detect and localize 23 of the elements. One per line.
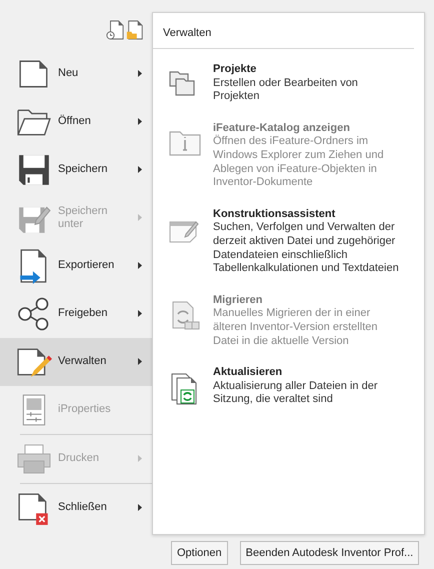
document-clock-icon[interactable] [106, 20, 124, 40]
entry-description: Erstellen oder Bearbeiten von Projekten [213, 76, 359, 104]
entry-description: Aktualisierung aller Dateien in der Sitzung, die veraltet sind [213, 380, 378, 407]
properties-sheet-icon [21, 393, 47, 427]
entry-description: Öffnen des iFeature-Ordners im Windows Explorer zum Ziehen und Ablegen von iFeature-Objekten in Inventor-Dokumente [213, 135, 385, 190]
entry-description: Manuelles Migrieren der in einer älteren Inventor-Version erstellten Datei in die aktuelle Version [213, 307, 378, 348]
entry-description: Suchen, Verfolgen und Verwalten der derzeit aktiven Datei und zugehöriger Datendateien einschließlich Tabellenkalkulationen und Textdateien [213, 221, 400, 276]
menu-item[interactable]: Verwalten [0, 338, 152, 386]
menu-item[interactable]: Neu [0, 50, 152, 98]
entry-title[interactable]: Projekte [213, 63, 405, 77]
entry-title[interactable]: Aktualisieren [213, 366, 405, 380]
footer-button[interactable]: Optionen [171, 541, 228, 565]
document-folder-icon[interactable] [126, 20, 144, 40]
menu-item[interactable]: Freigeben [0, 290, 152, 338]
panel-title: Verwalten [163, 27, 212, 39]
entry-title[interactable]: Konstruktionsassistent [213, 208, 405, 222]
menu-item[interactable]: Exportieren [0, 242, 152, 290]
footer-button[interactable]: Beenden Autodesk Inventor Prof... [240, 541, 420, 565]
printer-icon [15, 443, 53, 475]
menu-item[interactable]: Öffnen [0, 98, 152, 146]
menu-item[interactable]: Speichern [0, 146, 152, 194]
share-icon [17, 297, 51, 331]
menu-item[interactable]: Schließen [0, 484, 152, 532]
